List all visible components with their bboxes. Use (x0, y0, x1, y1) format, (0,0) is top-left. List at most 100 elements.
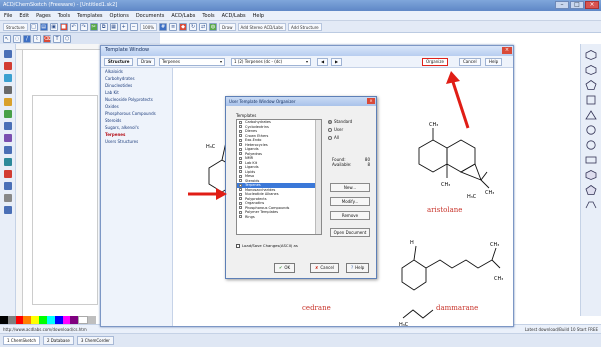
template-checkbox[interactable] (239, 183, 242, 187)
atom-o-icon[interactable] (3, 62, 12, 70)
color-swatch[interactable] (7, 316, 16, 324)
cycloheptane-icon[interactable] (585, 125, 597, 135)
template-close-icon[interactable]: × (502, 47, 512, 54)
atom-br-icon[interactable] (3, 134, 12, 142)
undo-icon[interactable]: ↶ (69, 22, 78, 31)
template-checkbox[interactable] (239, 138, 242, 142)
menu-pages[interactable]: Pages (36, 13, 51, 19)
maximize-button[interactable]: □ (570, 1, 584, 9)
cancel-button[interactable]: ✘ Cancel (310, 263, 339, 273)
new-template-button[interactable]: New... (330, 183, 370, 192)
color-swatch[interactable] (54, 316, 63, 324)
category-item-phosphorous[interactable]: Phosphorous Compounds (101, 110, 172, 117)
ring-icon[interactable]: ⬡ (63, 34, 71, 43)
menu-help[interactable]: Help (253, 13, 264, 19)
periodic-table-icon[interactable] (3, 170, 12, 178)
menu-edit[interactable]: Edit (19, 13, 29, 19)
atom-f-icon[interactable] (3, 110, 12, 118)
new-document-icon[interactable]: □ (29, 22, 38, 31)
status-right[interactable]: Latest download/Build 10 Start FREE (525, 327, 598, 332)
chain-icon[interactable]: ⌇ (33, 34, 41, 43)
select-icon[interactable]: ↖ (3, 34, 11, 43)
category-item-steroids[interactable]: Steroids (101, 117, 172, 124)
draw-mode-button[interactable]: Draw (219, 22, 236, 31)
template-checkbox[interactable] (239, 174, 242, 178)
zoom-select[interactable]: 100% (139, 22, 158, 31)
color-swatch[interactable] (70, 316, 79, 324)
remove-template-button[interactable]: Remove (330, 211, 370, 220)
open-document-button[interactable]: Open Document (330, 228, 370, 237)
category-item-oxides[interactable]: Oxides (101, 103, 172, 110)
menu-options[interactable]: Options (110, 13, 129, 19)
close-button[interactable]: × (585, 1, 599, 9)
color-swatch[interactable] (15, 316, 24, 324)
template-checkbox[interactable] (239, 170, 242, 174)
color-swatch[interactable] (46, 316, 55, 324)
color-swatch[interactable] (39, 316, 47, 324)
atom-cl-icon[interactable] (3, 122, 12, 130)
atom-extra-icon[interactable] (3, 206, 12, 214)
menu-acdlabs[interactable]: ACD/Labs (171, 13, 195, 19)
template-help-button[interactable]: Help (485, 58, 503, 66)
template-checkbox[interactable] (239, 156, 242, 160)
color-swatch[interactable] (62, 316, 71, 324)
grid-icon[interactable]: # (159, 22, 168, 31)
template-checkbox[interactable] (239, 129, 242, 133)
menu-templates[interactable]: Templates (77, 13, 102, 19)
template-checkbox[interactable] (239, 210, 242, 214)
template-checkbox[interactable] (239, 152, 242, 156)
minimize-button[interactable]: – (555, 1, 569, 9)
save-icon[interactable]: ▣ (49, 22, 58, 31)
cyclopropane-icon[interactable] (585, 110, 597, 120)
organize-button[interactable]: Organize (422, 58, 448, 66)
category-item-terpenes[interactable]: Terpenes (101, 131, 172, 138)
cyclopentane-icon[interactable] (585, 80, 597, 90)
cedrane-fragment[interactable]: H₃C (399, 298, 439, 328)
tab-chemsketch[interactable]: 1 ChemSketch (3, 336, 40, 345)
benzene-icon[interactable] (585, 50, 597, 60)
load-save-checkbox[interactable] (236, 243, 240, 248)
template-structure-button[interactable]: Structure (104, 58, 134, 66)
atom-h-icon[interactable] (3, 158, 12, 166)
ok-button[interactable]: ✔ OK (274, 263, 296, 273)
add-structure-button[interactable]: Add Structure (288, 22, 322, 31)
menu-documents[interactable]: Documents (136, 13, 165, 19)
load-save-checkbox-row[interactable]: Load/Save Changes(ASCII) as (236, 243, 298, 248)
category-item-carbohydrates[interactable]: Carbohydrates (101, 75, 172, 82)
template-checkbox[interactable] (239, 179, 242, 183)
furan-icon[interactable] (585, 185, 597, 195)
template-page-select[interactable]: 1 (2) Terpenes (dc - (dc) ▾ (231, 58, 311, 66)
align-icon[interactable]: ≡ (169, 22, 178, 31)
template-checkbox[interactable] (239, 188, 242, 192)
template-checkbox[interactable] (239, 215, 242, 219)
page-prev-icon[interactable]: ◀ (317, 58, 329, 66)
template-checkbox[interactable] (239, 143, 242, 147)
eraser-icon[interactable]: ⌫ (43, 34, 51, 43)
atom-c-icon[interactable] (3, 50, 12, 58)
template-checkbox[interactable] (239, 161, 242, 165)
category-item-dinucleotides[interactable]: Dinucleotides (101, 82, 172, 89)
text-icon[interactable]: T (53, 34, 61, 43)
print-icon[interactable]: ■ (59, 22, 68, 31)
paste-icon[interactable]: ▦ (109, 22, 118, 31)
template-checkbox[interactable] (239, 197, 242, 201)
color-swatch[interactable] (88, 316, 96, 324)
template-category-select[interactable]: Terpenes ▾ (159, 58, 225, 66)
color-swatch[interactable] (23, 316, 32, 324)
lasso-icon[interactable]: ◌ (13, 34, 21, 43)
template-draw-button[interactable]: Draw (137, 58, 156, 66)
template-checkbox[interactable] (239, 165, 242, 169)
category-item-nucleoside[interactable]: Nucleoside Polyprotects (101, 96, 172, 103)
template-checkbox[interactable] (239, 201, 242, 205)
color-swatch[interactable] (78, 316, 89, 324)
radio-user[interactable]: User (328, 127, 352, 132)
template-checkbox[interactable] (239, 147, 242, 151)
menu-acdlabs-2[interactable]: ACD/Labs (222, 13, 246, 19)
menu-tools-2[interactable]: Tools (202, 13, 214, 19)
color-swatch[interactable] (31, 316, 40, 324)
modify-template-button[interactable]: Modify... (330, 197, 370, 206)
redo-icon[interactable]: ↷ (79, 22, 88, 31)
cyclobutane-icon[interactable] (585, 95, 597, 105)
page-next-icon[interactable]: ▶ (331, 58, 343, 66)
atom-more-icon[interactable] (3, 182, 12, 190)
